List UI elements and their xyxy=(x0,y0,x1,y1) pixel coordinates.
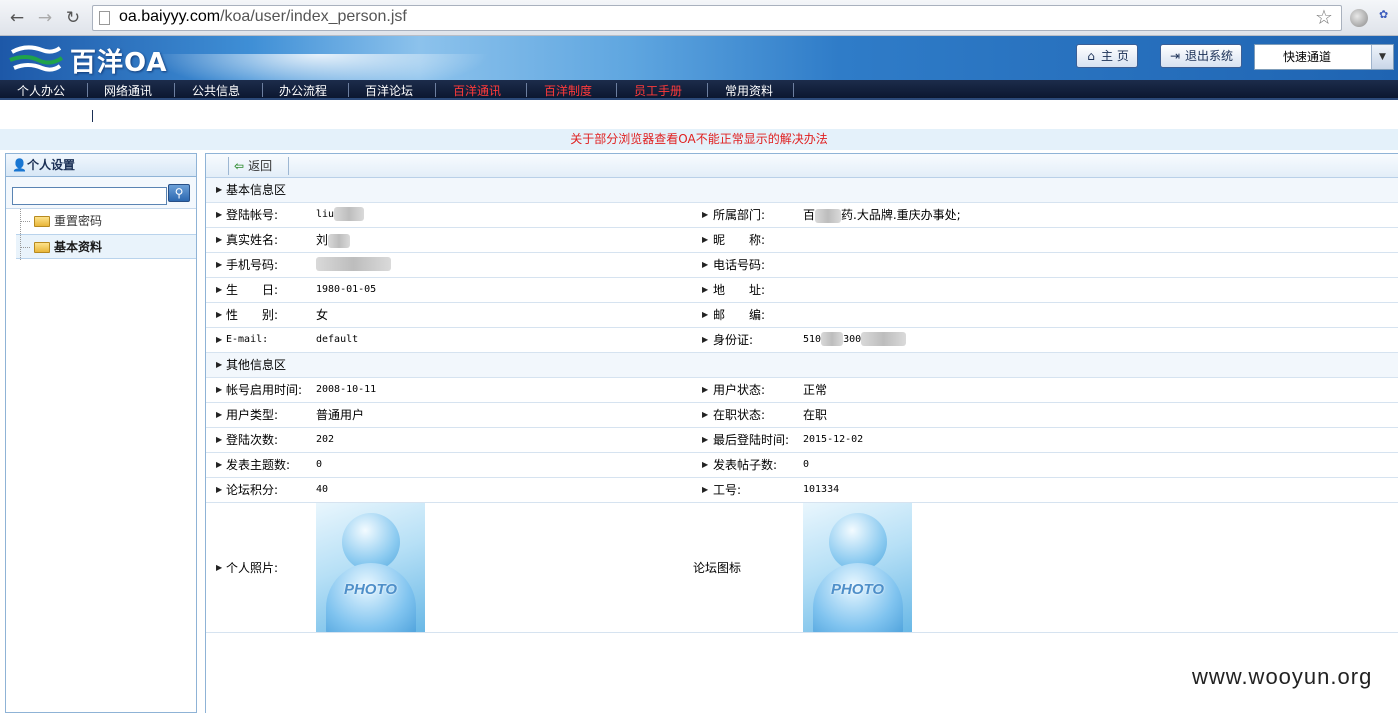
folder-icon xyxy=(34,216,50,227)
mobile-value xyxy=(316,253,391,277)
sidebar: 👤个人设置 ⚲ 重置密码 基本资料 xyxy=(5,153,197,713)
menu-item[interactable]: 个人办公 xyxy=(17,82,65,99)
department-value: 百药.大品牌.重庆办事处; xyxy=(803,208,961,223)
info-row: ▶ 帐号启用时间: 2008-10-11 ▶ 用户状态: 正常 xyxy=(206,378,1398,403)
info-row: ▶ 用户类型: 普通用户 ▶ 在职状态: 在职 xyxy=(206,403,1398,428)
menu-item[interactable]: 办公流程 xyxy=(279,82,327,99)
menu-item[interactable]: 百洋论坛 xyxy=(365,82,413,99)
menu-item-hot[interactable]: 百洋通讯 xyxy=(453,82,501,99)
id-card-value: 510 300 xyxy=(803,328,907,352)
text-cursor xyxy=(92,110,93,122)
login-account-value: liu xyxy=(316,203,365,227)
menu-item-hot[interactable]: 员工手册 xyxy=(634,82,682,99)
notice-link[interactable]: 关于部分浏览器查看OA不能正常显示的解决办法 xyxy=(0,129,1398,150)
info-row: ▶ 发表主题数: 0 ▶ 发表帖子数: 0 xyxy=(206,453,1398,478)
sidebar-search-input[interactable] xyxy=(12,187,167,205)
content-toolbar: ⇦ 返回 xyxy=(206,154,1398,178)
chevron-down-icon[interactable]: ▼ xyxy=(1371,45,1393,69)
logo-text: 百洋OA xyxy=(70,48,168,78)
user-icon: 👤 xyxy=(12,158,27,172)
menu-item[interactable]: 公共信息 xyxy=(192,82,240,99)
info-row: ▶ 论坛积分: 40 ▶ 工号: 101334 xyxy=(206,478,1398,503)
banner-wave-decoration xyxy=(150,54,490,80)
back-button[interactable]: ⇦ 返回 xyxy=(234,157,272,175)
logo-icon xyxy=(9,45,64,72)
bookmark-star-icon[interactable]: ☆ xyxy=(1315,6,1333,28)
info-row: ▶ E-mail: default ▶ 身份证: 510 300 xyxy=(206,328,1398,353)
info-row: ▶ 登陆帐号: liu ▶ 所属部门: 百药.大品牌.重庆办事处; xyxy=(206,203,1398,228)
forward-arrow-icon[interactable]: → xyxy=(34,7,56,29)
main-menu: 个人办公 网络通讯 公共信息 办公流程 百洋论坛 百洋通讯 百洋制度 员工手册 … xyxy=(0,80,1398,100)
sidebar-item-label: 重置密码 xyxy=(54,214,103,228)
home-icon: ⌂ xyxy=(1087,49,1095,63)
page-icon xyxy=(99,11,110,25)
forum-icon-photo[interactable]: PHOTO xyxy=(803,503,912,632)
info-row: ▶ 真实姓名: 刘 ▶ 昵 称: xyxy=(206,228,1398,253)
address-bar[interactable]: oa.baiyyy.com/koa/user/index_person.jsf xyxy=(92,5,1342,31)
extension-globe-icon[interactable] xyxy=(1350,9,1368,27)
main-content: ⇦ 返回 ▶ 基本信息区 ▶ 登陆帐号: liu ▶ 所属部门: 百药.大品牌.重… xyxy=(205,153,1398,713)
reload-icon[interactable]: ↻ xyxy=(62,7,84,29)
menu-item[interactable]: 常用资料 xyxy=(725,82,773,99)
extension-paw-icon[interactable]: ✿ xyxy=(1379,8,1397,28)
logout-icon: ⇥ xyxy=(1169,49,1181,63)
sidebar-item-label: 基本资料 xyxy=(54,240,103,254)
address-url: oa.baiyyy.com/koa/user/index_person.jsf xyxy=(119,8,407,25)
quick-channel-value: 快速通道 xyxy=(1283,50,1332,64)
triangle-icon: ▶ xyxy=(216,360,223,369)
quick-channel-select[interactable]: 快速通道 ▼ xyxy=(1254,44,1394,70)
photo-row: ▶ 个人照片: PHOTO 论坛图标 PHOTO xyxy=(206,503,1398,633)
personal-photo[interactable]: PHOTO xyxy=(316,503,425,632)
real-name-value: 刘 xyxy=(316,228,351,252)
info-row: ▶ 性 别: 女 ▶ 邮 编: xyxy=(206,303,1398,328)
watermark: www.wooyun.org xyxy=(1192,664,1373,689)
menu-item-hot[interactable]: 百洋制度 xyxy=(544,82,592,99)
triangle-icon: ▶ xyxy=(216,185,223,194)
info-row: ▶ 手机号码: ▶ 电话号码: xyxy=(206,253,1398,278)
section-basic-info: ▶ 基本信息区 xyxy=(206,178,1398,203)
back-arrow-icon: ⇦ xyxy=(234,159,245,173)
sidebar-item-reset-password[interactable]: 重置密码 xyxy=(6,209,196,234)
section-other-info: ▶ 其他信息区 xyxy=(206,353,1398,378)
menu-item[interactable]: 网络通讯 xyxy=(104,82,152,99)
gender-value: 女 xyxy=(316,308,329,322)
sidebar-search: ⚲ xyxy=(6,177,196,209)
logout-button[interactable]: ⇥ 退出系统 xyxy=(1160,44,1243,68)
sidebar-item-basic-info[interactable]: 基本资料 xyxy=(16,234,196,260)
sidebar-title: 👤个人设置 xyxy=(6,154,196,177)
info-row: ▶ 生 日: 1980-01-05 ▶ 地 址: xyxy=(206,278,1398,303)
home-button[interactable]: ⌂ 主 页 xyxy=(1076,44,1138,68)
back-arrow-icon[interactable]: ← xyxy=(6,7,28,29)
birthday-value: 1980-01-05 xyxy=(316,284,377,295)
info-row: ▶ 登陆次数: 202 ▶ 最后登陆时间: 2015-12-02 xyxy=(206,428,1398,453)
app-banner: 百洋OA ⌂ 主 页 ⇥ 退出系统 快速通道 ▼ xyxy=(0,36,1398,80)
email-value: default xyxy=(316,334,359,345)
folder-icon xyxy=(34,242,50,253)
browser-toolbar: ← → ↻ oa.baiyyy.com/koa/user/index_perso… xyxy=(0,0,1398,36)
search-icon[interactable]: ⚲ xyxy=(168,184,190,202)
